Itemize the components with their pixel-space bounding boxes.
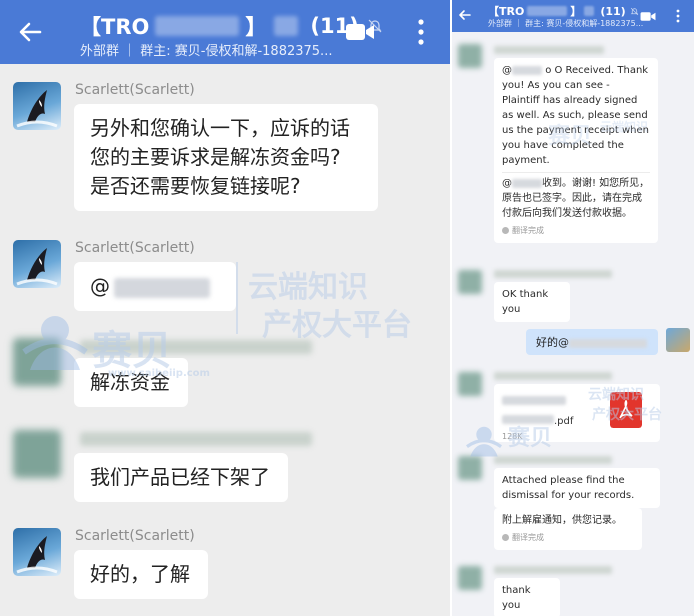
video-call-icon[interactable]: [345, 22, 375, 42]
my-avatar[interactable]: [666, 328, 690, 352]
watermark-brand: 赛贝: [508, 426, 553, 451]
redacted-mention: [569, 338, 647, 348]
translation-status: 翻译完成: [502, 530, 634, 545]
avatar[interactable]: [13, 528, 61, 576]
my-message-bubble[interactable]: 好的@: [526, 329, 658, 355]
sender-name-redacted: [494, 566, 612, 574]
sender-name-redacted: [494, 372, 612, 380]
video-call-icon[interactable]: [640, 11, 656, 22]
message-text: 好的@: [536, 336, 569, 349]
title-bracket: 】: [570, 5, 582, 18]
message-bubble[interactable]: @ o O Received. Thank you! As you can se…: [494, 58, 658, 243]
avatar-blurred[interactable]: [13, 338, 61, 386]
avatar-blurred[interactable]: [458, 44, 482, 68]
avatar-blurred[interactable]: [458, 270, 482, 294]
watermark-slogan-top: 云端知识: [600, 120, 649, 134]
chat-subtitle: 外部群 ｜ 群主: 赛贝-侵权和解-1882375...: [80, 44, 333, 59]
avatar-blurred[interactable]: [458, 566, 482, 590]
avatar-blurred[interactable]: [13, 430, 61, 478]
redacted-filename: [502, 396, 566, 405]
sender-name-redacted: [494, 270, 612, 278]
message-bubble[interactable]: Attached please find the dismissal for y…: [494, 468, 660, 508]
avatar-blurred[interactable]: [458, 456, 482, 480]
file-extension: .pdf: [554, 416, 574, 427]
more-options-icon[interactable]: [676, 9, 680, 23]
member-count: (11): [600, 4, 626, 18]
left-chat-screen: 【TRO 】 (11) 外部群 ｜ 群主: 赛贝-侵权和解-1882375...: [0, 0, 450, 616]
message-bubble[interactable]: 我们产品已经下架了: [74, 453, 288, 502]
orca-icon: [16, 90, 58, 128]
watermark-slogan-2: 产权大平台: [592, 407, 662, 423]
chat-title: 【TRO 】 (11): [488, 3, 639, 19]
avatar[interactable]: [13, 82, 61, 130]
translation-at: @: [502, 178, 512, 189]
sender-name: Scarlett(Scarlett): [75, 528, 195, 544]
back-arrow-icon[interactable]: [16, 18, 44, 46]
redacted-title-2: [584, 6, 595, 16]
redacted-mention: [114, 277, 210, 298]
message-body: o O Received. Thank you! As you can see …: [502, 65, 649, 166]
back-arrow-icon[interactable]: [458, 8, 472, 22]
watermark-url: www.saibeiip.com: [108, 368, 210, 379]
mute-bell-icon: [630, 7, 638, 15]
message-text: @ o O Received. Thank you! As you can se…: [502, 63, 650, 168]
chat-title: 【TRO 】 (11): [80, 11, 383, 41]
avatar-blurred[interactable]: [458, 372, 482, 396]
mention-at: @: [90, 274, 110, 298]
check-icon: [502, 227, 509, 234]
redacted-title: [527, 6, 568, 16]
title-prefix: 【TRO: [488, 5, 525, 18]
message-bubble[interactable]: 另外和您确认一下，应诉的话 您的主要诉求是解冻资金吗? 是否还需要恢复链接呢?: [74, 104, 378, 211]
orca-icon: [16, 248, 58, 286]
watermark-divider: [236, 262, 238, 334]
chat-header: 【TRO 】 (11) 外部群 ｜ 群主: 赛贝-侵权和解-1882375...: [452, 0, 694, 32]
chat-header: 【TRO 】 (11) 外部群 ｜ 群主: 赛贝-侵权和解-1882375...: [0, 0, 450, 64]
redacted-title: [155, 16, 240, 36]
more-options-icon[interactable]: [417, 18, 425, 46]
redacted-title-2: [274, 16, 299, 36]
redacted-mention: [512, 178, 542, 188]
sender-name: Scarlett(Scarlett): [75, 82, 195, 98]
right-chat-screen: 【TRO 】 (11) 外部群 ｜ 群主: 赛贝-侵权和解-1882375...: [452, 0, 694, 616]
title-bracket: 】: [245, 15, 267, 39]
title-prefix: 【TRO: [80, 15, 150, 39]
screenshot-collage: 【TRO 】 (11) 外部群 ｜ 群主: 赛贝-侵权和解-1882375...: [0, 0, 694, 616]
message-bubble[interactable]: thank you: [494, 578, 560, 616]
message-bubble[interactable]: 好的，了解: [74, 550, 208, 599]
translation-body: 附上解雇通知，供您记录。: [502, 515, 622, 526]
watermark-brand-top: 赛贝: [548, 124, 593, 149]
sender-name-redacted: [494, 456, 612, 464]
translation-status: 翻译完成: [502, 223, 650, 238]
translation-bubble[interactable]: 附上解雇通知，供您记录。 翻译完成: [494, 508, 642, 550]
watermark-slogan-1: 云端知识: [588, 387, 644, 403]
translated-label: 翻译完成: [512, 226, 544, 235]
orca-icon: [16, 536, 58, 574]
sender-name: Scarlett(Scarlett): [75, 240, 195, 256]
translated-label: 翻译完成: [512, 533, 544, 542]
check-icon: [502, 534, 509, 541]
message-bubble[interactable]: @: [74, 262, 236, 311]
mention-at: @: [502, 65, 512, 76]
sender-name-redacted: [494, 46, 604, 54]
translation: @ 收到。谢谢! 如您所见，原告也已签字。因此，请在完成付款后向我们发送付款收据。…: [502, 172, 650, 238]
watermark-slogan-2: 产权大平台: [262, 308, 412, 343]
avatar[interactable]: [13, 240, 61, 288]
chat-subtitle: 外部群 ｜ 群主: 赛贝-侵权和解-1882375...: [488, 19, 644, 28]
sender-name-redacted: [80, 432, 312, 446]
message-bubble[interactable]: OK thank you: [494, 282, 570, 322]
redacted-mention: [512, 65, 542, 75]
